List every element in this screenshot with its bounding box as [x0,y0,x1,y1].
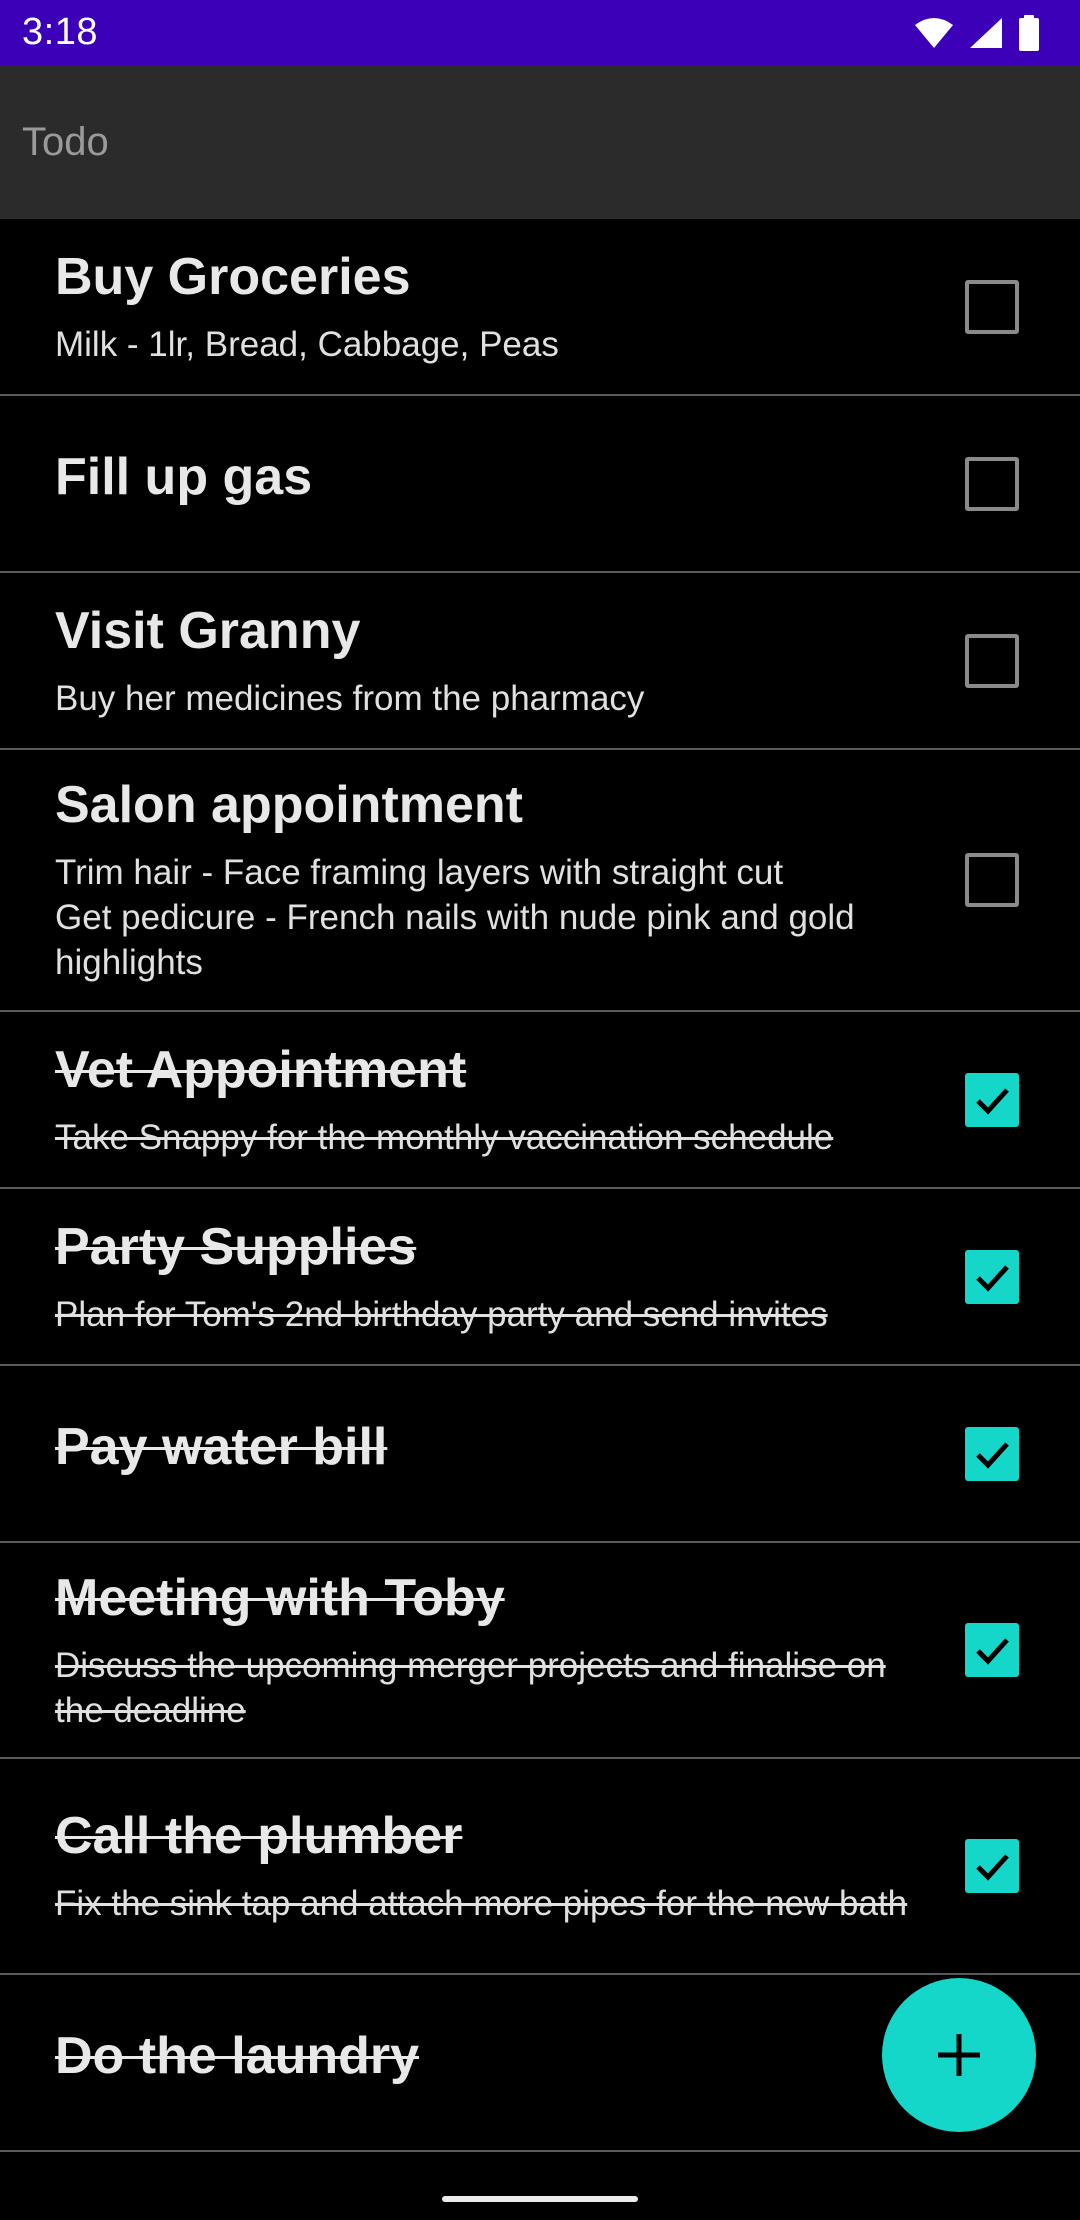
battery-icon [1018,14,1040,51]
todo-description: Discuss the upcoming merger projects and… [55,1645,886,1730]
todo-description: Trim hair - Face framing layers with str… [55,853,855,982]
todo-checkbox[interactable] [965,1839,1019,1893]
todo-item[interactable]: Visit Granny Buy her medicines from the … [0,573,1080,750]
status-bar: 3:18 [0,0,1080,65]
todo-item[interactable]: Pay water bill [0,1366,1080,1543]
checkmark-icon [976,1638,1009,1665]
todo-text: Visit Granny Buy her medicines from the … [55,601,965,721]
cellular-signal-icon [968,16,1004,50]
app-bar: Todo [0,65,1080,219]
todo-title: Meeting with Toby [55,1568,505,1627]
todo-text: Meeting with Toby Discuss the upcoming m… [55,1568,965,1733]
todo-description: Take Snappy for the monthly vaccination … [55,1117,834,1157]
plus-icon [938,2034,980,2076]
add-todo-button[interactable] [882,1978,1036,2132]
todo-description: Buy her medicines from the pharmacy [55,678,645,718]
todo-text: Pay water bill [55,1417,965,1490]
todo-item[interactable]: Call the plumber Fix the sink tap and at… [0,1759,1080,1975]
app-title: Todo [22,119,109,164]
navigation-handle[interactable] [442,2196,638,2202]
todo-list: Buy Groceries Milk - 1lr, Bread, Cabbage… [0,219,1080,2152]
todo-checkbox[interactable] [965,456,1019,511]
checkmark-icon [976,1854,1009,1881]
todo-checkbox[interactable] [965,633,1019,688]
todo-title: Buy Groceries [55,247,411,306]
todo-title: Call the plumber [55,1807,463,1865]
todo-text: Call the plumber Fix the sink tap and at… [55,1806,965,1926]
checkmark-icon [976,1264,1009,1292]
todo-item[interactable]: Fill up gas [0,396,1080,573]
checkmark-icon [976,1087,1009,1115]
todo-item[interactable]: Vet Appointment Take Snappy for the mont… [0,1012,1080,1189]
todo-title: Do the laundry [55,2027,420,2085]
todo-description: Fix the sink tap and attach more pipes f… [55,1884,908,1923]
todo-item[interactable]: Salon appointment Trim hair - Face frami… [0,750,1080,1012]
todo-title: Salon appointment [55,776,523,834]
todo-text: Buy Groceries Milk - 1lr, Bread, Cabbage… [55,247,965,367]
todo-item[interactable]: Buy Groceries Milk - 1lr, Bread, Cabbage… [0,219,1080,396]
wifi-icon [914,17,954,49]
todo-title: Party Supplies [55,1217,417,1276]
todo-checkbox[interactable] [965,1249,1019,1304]
status-time: 3:18 [22,11,98,53]
todo-text: Fill up gas [55,447,965,520]
todo-description: Plan for Tom's 2nd birthday party and se… [55,1294,828,1334]
todo-text: Vet Appointment Take Snappy for the mont… [55,1040,965,1160]
todo-checkbox[interactable] [965,1072,1019,1127]
todo-item[interactable]: Party Supplies Plan for Tom's 2nd birthd… [0,1189,1080,1366]
todo-title: Vet Appointment [55,1040,467,1099]
todo-text: Do the laundry [55,2026,1025,2099]
todo-checkbox[interactable] [965,279,1019,334]
todo-checkbox[interactable] [965,1426,1019,1481]
status-icons [914,14,1040,51]
todo-title: Fill up gas [55,448,313,506]
todo-text: Salon appointment Trim hair - Face frami… [55,775,965,985]
screen: 3:18 Todo Buy Groceries Milk - 1lr, Brea… [0,0,1080,2220]
checkmark-icon [976,1441,1009,1469]
todo-description: Milk - 1lr, Bread, Cabbage, Peas [55,324,559,364]
todo-checkbox[interactable] [965,1623,1019,1677]
todo-checkbox[interactable] [965,853,1019,907]
todo-title: Visit Granny [55,601,361,660]
todo-title: Pay water bill [55,1418,388,1476]
todo-item[interactable]: Meeting with Toby Discuss the upcoming m… [0,1543,1080,1759]
todo-text: Party Supplies Plan for Tom's 2nd birthd… [55,1217,965,1337]
